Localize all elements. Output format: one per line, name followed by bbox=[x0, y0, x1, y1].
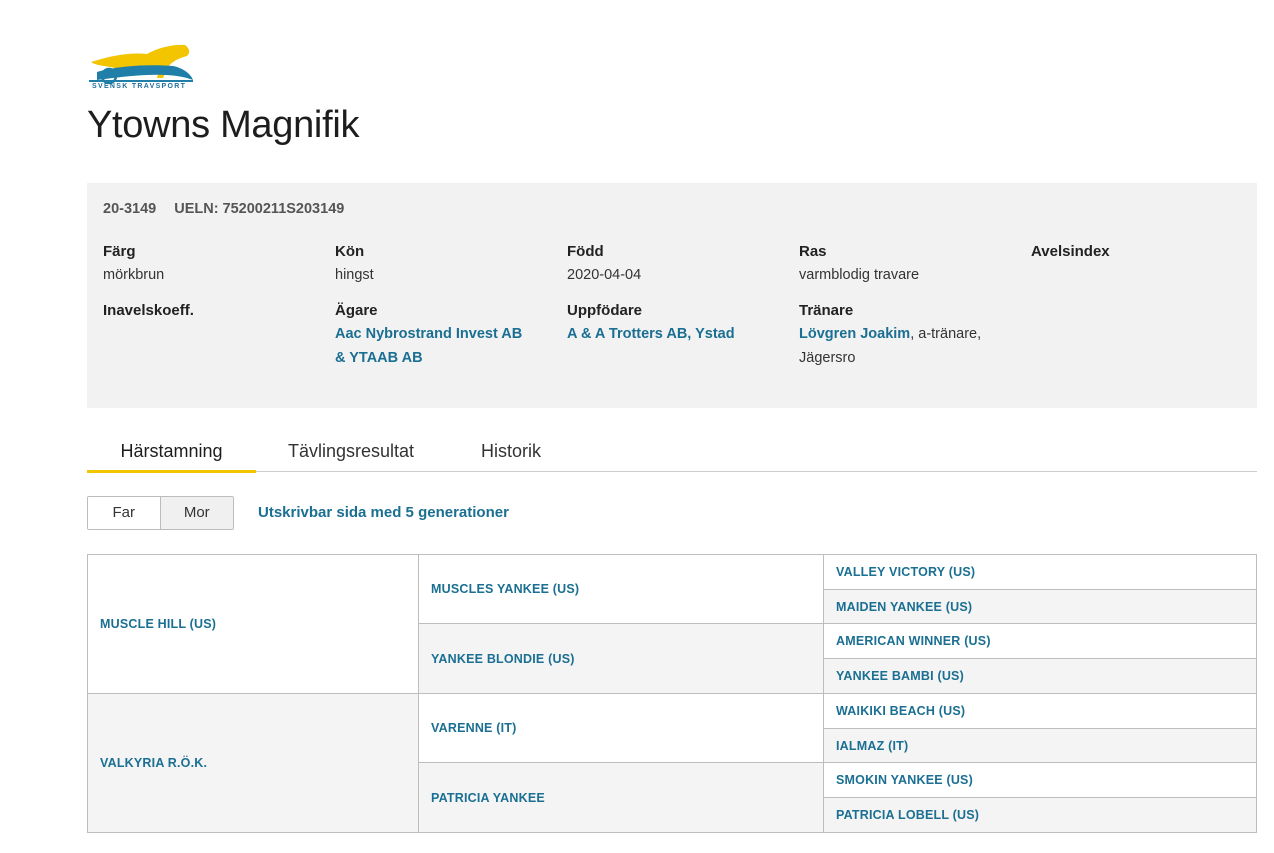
field-label: Tränare bbox=[799, 302, 854, 319]
field-value: hingst bbox=[335, 267, 374, 283]
pedigree-gen3-cell[interactable]: SMOKIN YANKEE (US) bbox=[823, 762, 1257, 798]
field-label: Ras bbox=[799, 243, 827, 260]
field-tranare: Tränare Lövgren Joakim, a-tränare, Jägers… bbox=[799, 302, 1014, 370]
tab-historik[interactable]: Historik bbox=[459, 441, 563, 470]
ueln-number: UELN: 75200211S203149 bbox=[174, 201, 345, 217]
pedigree-gen3-cell[interactable]: WAIKIKI BEACH (US) bbox=[823, 693, 1257, 729]
field-avelsindex: Avelsindex bbox=[1031, 243, 1246, 261]
tab-tavlingsresultat[interactable]: Tävlingsresultat bbox=[275, 441, 427, 470]
pedigree-gen1-sire[interactable]: MUSCLE HILL (US) bbox=[87, 554, 419, 694]
field-label: Kön bbox=[335, 243, 365, 260]
far-mor-toggle: Far Mor bbox=[87, 496, 234, 530]
field-ras: Ras varmblodig travare bbox=[799, 243, 1014, 287]
pedigree-gen3-cell[interactable]: AMERICAN WINNER (US) bbox=[823, 623, 1257, 659]
trainer-link[interactable]: Lövgren Joakim bbox=[799, 326, 910, 342]
tab-harstamning[interactable]: Härstamning bbox=[87, 441, 256, 473]
field-agare: Ägare Aac Nybrostrand Invest AB & YTAAB A… bbox=[335, 302, 550, 370]
field-value: mörkbrun bbox=[103, 267, 165, 283]
pedigree-gen2-cell[interactable]: YANKEE BLONDIE (US) bbox=[418, 623, 824, 694]
horse-info-panel: 20-3149 UELN: 75200211S203149 Färg mörkbr… bbox=[87, 183, 1257, 408]
field-fodd: Född 2020-04-04 bbox=[567, 243, 782, 287]
pedigree-gen3-cell[interactable]: PATRICIA LOBELL (US) bbox=[823, 797, 1257, 833]
pedigree-table: MUSCLE HILL (US) VALKYRIA R.Ö.K. MUSCLES… bbox=[87, 554, 1257, 833]
far-button[interactable]: Far bbox=[88, 497, 161, 529]
print-page-link[interactable]: Utskrivbar sida med 5 generationer bbox=[258, 504, 509, 521]
tab-bar: Härstamning Tävlingsresultat Historik bbox=[87, 437, 1257, 473]
field-label: Färg bbox=[103, 243, 136, 260]
field-inavelskoeff: Inavelskoeff. bbox=[103, 302, 318, 320]
pedigree-gen3-cell[interactable]: VALLEY VICTORY (US) bbox=[823, 554, 1257, 590]
trainer-location: Jägersro bbox=[799, 350, 856, 366]
pedigree-gen3-cell[interactable]: MAIDEN YANKEE (US) bbox=[823, 589, 1257, 624]
field-uppfodare: Uppfödare A & A Trotters AB, Ystad bbox=[567, 302, 782, 346]
field-label: Uppfödare bbox=[567, 302, 642, 319]
page-title: Ytowns Magnifik bbox=[87, 104, 360, 146]
registration-number: 20-3149 bbox=[103, 201, 157, 217]
pedigree-gen2-cell[interactable]: PATRICIA YANKEE bbox=[418, 762, 824, 833]
pedigree-gen2-cell[interactable]: MUSCLES YANKEE (US) bbox=[418, 554, 824, 624]
pedigree-gen2-cell[interactable]: VARENNE (IT) bbox=[418, 693, 824, 763]
field-kon: Kön hingst bbox=[335, 243, 550, 287]
field-label: Ägare bbox=[335, 302, 378, 319]
field-label: Född bbox=[567, 243, 604, 260]
field-label: Avelsindex bbox=[1031, 243, 1110, 260]
breeder-link[interactable]: A & A Trotters AB, Ystad bbox=[567, 326, 735, 342]
pedigree-gen1-dam[interactable]: VALKYRIA R.Ö.K. bbox=[87, 693, 419, 833]
field-value: 2020-04-04 bbox=[567, 267, 642, 283]
owner-link[interactable]: Aac Nybrostrand Invest AB & YTAAB AB bbox=[335, 326, 522, 366]
field-farg: Färg mörkbrun bbox=[103, 243, 318, 287]
logo-wordmark: SVENSK TRAVSPORT bbox=[92, 83, 187, 90]
trainer-info: , a-tränare, bbox=[910, 326, 982, 342]
mor-button[interactable]: Mor bbox=[160, 497, 233, 529]
field-label: Inavelskoeff. bbox=[103, 302, 194, 319]
pedigree-gen3-cell[interactable]: IALMAZ (IT) bbox=[823, 728, 1257, 763]
pedigree-gen3-cell[interactable]: YANKEE BAMBI (US) bbox=[823, 658, 1257, 694]
horse-identifiers: 20-3149 UELN: 75200211S203149 bbox=[103, 201, 344, 217]
field-value: varmblodig travare bbox=[799, 267, 920, 283]
